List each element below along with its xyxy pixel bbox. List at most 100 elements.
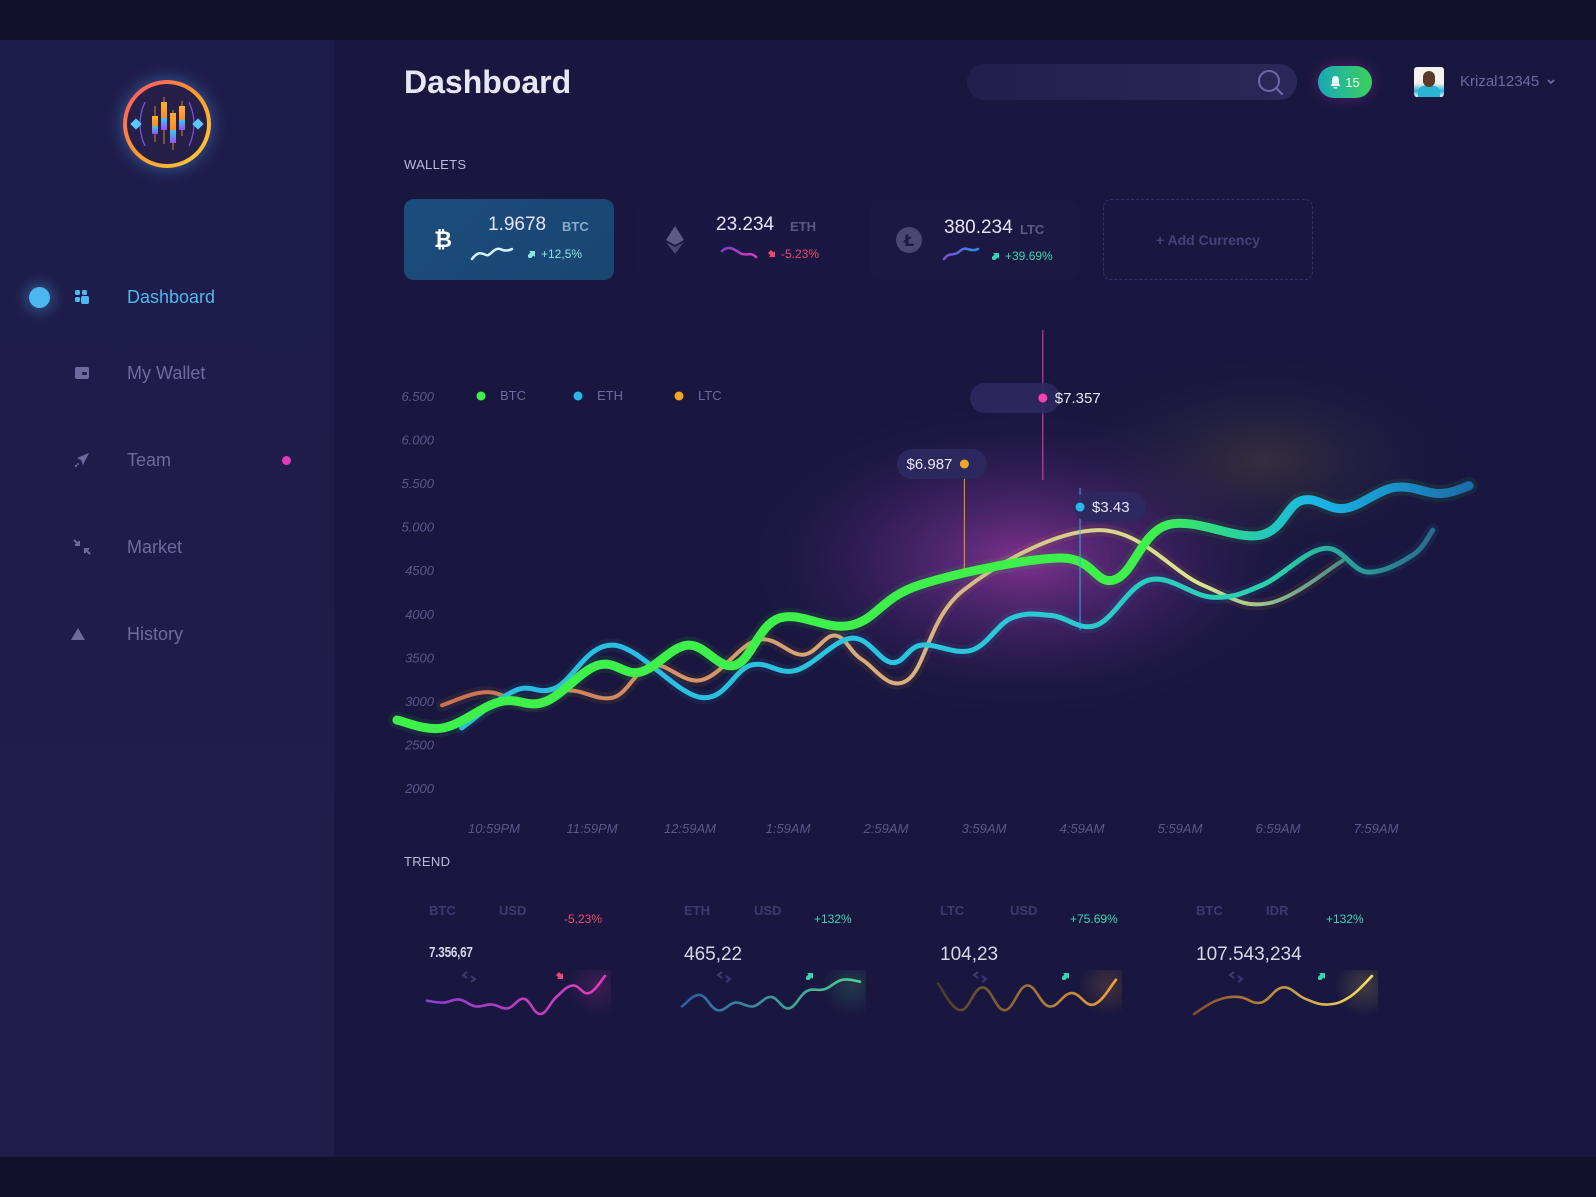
wallet-change: +39.69% — [992, 249, 1053, 263]
wallet-amount: 380.234 — [944, 217, 1013, 238]
x-tick-label: 2:59AM — [863, 821, 909, 836]
page-title: Dashboard — [404, 64, 572, 100]
pair-from: LTC — [940, 902, 965, 918]
x-tick-label: 3:59AM — [962, 821, 1007, 836]
trend-change: +132% — [806, 912, 852, 980]
search-bar[interactable] — [967, 64, 1297, 100]
svg-text:Ł: Ł — [903, 231, 914, 250]
notification-dot — [282, 455, 291, 465]
legend-marker-eth — [573, 391, 583, 401]
main-content: Dashboard 15 Krizal12345 WALLETS ₿ 1.967… — [334, 40, 1596, 1157]
wallets-label: WALLETS — [404, 157, 467, 172]
y-tick-label: 3000 — [405, 694, 435, 709]
legend-label-ltc[interactable]: LTC — [698, 388, 722, 403]
legend-label-eth[interactable]: ETH — [597, 388, 623, 403]
trend-price: 107.543,234 — [1196, 944, 1302, 965]
trend-price: 7.356,67 — [429, 944, 473, 961]
sidebar-item-dashboard[interactable]: Dashboard — [0, 277, 334, 317]
active-indicator — [29, 286, 50, 308]
y-tick-label: 2000 — [404, 781, 435, 796]
tooltip-value: $6.987 — [907, 456, 953, 473]
sidebar-item-my-wallet[interactable]: My Wallet — [0, 353, 334, 393]
username: Krizal12345 — [1460, 73, 1540, 90]
sidebar-item-label: Team — [127, 449, 172, 470]
price-chart: 6.500 6.000 5.500 5.000 4500 4000 3500 3000 2500… — [334, 330, 1596, 836]
pair-to: USD — [754, 902, 782, 918]
trend-card-ltc-usd[interactable]: LTC USD +75.69% 104,23 — [936, 903, 1200, 1060]
y-tick-label: 5.000 — [401, 520, 434, 535]
wallet-icon — [72, 363, 92, 383]
notifications-button[interactable]: 15 — [1318, 66, 1372, 98]
chevron-down-icon — [1547, 78, 1555, 84]
tooltip-value: $3.43 — [1092, 499, 1130, 516]
legend-marker-btc — [476, 391, 486, 401]
y-tick-label: 6.000 — [401, 433, 434, 448]
arrow-down-right-icon — [768, 250, 775, 257]
y-tick-label: 6.500 — [401, 389, 434, 404]
wallet-sparkline — [942, 247, 980, 261]
pair-from: BTC — [429, 902, 456, 918]
trend-card-eth-usd[interactable]: ETH USD +132% 465,22 — [680, 903, 944, 1060]
wallet-change: +12,5% — [528, 247, 582, 261]
search-input[interactable] — [967, 64, 1297, 100]
wallet-amount: 1.9678 — [488, 214, 547, 235]
y-tick-label: 4500 — [405, 563, 435, 578]
x-tick-label: 12:59AM — [664, 821, 716, 836]
trend-sparkline — [680, 970, 866, 1016]
price-line-chart: 6.500 6.000 5.500 5.000 4500 4000 3500 3000 2500… — [388, 330, 1484, 836]
tooltip-marker — [1038, 393, 1048, 403]
sidebar-item-team[interactable]: Team — [0, 440, 334, 480]
trend-change: +75.69% — [1062, 912, 1118, 980]
sparkline-glow — [822, 970, 866, 1016]
bitcoin-icon: ₿ — [428, 225, 458, 255]
trend-label: TREND — [404, 854, 451, 869]
bell-icon — [1330, 76, 1341, 89]
sidebar-item-label: History — [127, 623, 184, 644]
y-tick-label: 3500 — [405, 650, 435, 665]
candlestick-logo-icon[interactable] — [123, 80, 211, 168]
pair-to: USD — [1010, 902, 1038, 918]
add-currency-button[interactable]: + Add Currency — [1103, 199, 1313, 280]
litecoin-icon: Ł — [894, 225, 924, 255]
trend-card-btc-idr[interactable]: BTC IDR +132% 107.543,234 — [1192, 903, 1456, 1060]
svg-text:₿: ₿ — [434, 228, 452, 252]
arrow-up-right-icon — [992, 253, 999, 260]
sparkline-glow — [1078, 970, 1122, 1016]
sidebar-item-label: My Wallet — [127, 362, 206, 383]
notification-count: 15 — [1345, 74, 1360, 90]
sidebar-item-market[interactable]: Market — [0, 527, 334, 567]
dashboard-icon — [72, 287, 92, 307]
triangle-icon — [68, 624, 88, 644]
paper-plane-icon — [72, 450, 92, 470]
tooltip-marker — [1075, 502, 1085, 512]
arrows-collapse-icon — [72, 537, 92, 557]
pair-to: USD — [499, 902, 527, 918]
avatar[interactable] — [1414, 67, 1444, 97]
trend-price: 465,22 — [684, 944, 743, 965]
y-tick-label: 4000 — [405, 607, 435, 622]
trend-sparkline — [425, 970, 611, 1016]
wallet-card-eth[interactable]: 23.234 ETH -5.23% — [636, 199, 846, 280]
sidebar-item-label: Market — [127, 536, 183, 557]
wallet-card-btc[interactable]: ₿ 1.9678 BTC +12,5% — [404, 199, 614, 280]
sidebar-item-history[interactable]: History — [0, 614, 334, 654]
x-tick-label: 4:59AM — [1060, 821, 1105, 836]
wallet-card-ltc[interactable]: Ł 380.234 LTC +39.69% — [870, 199, 1080, 280]
wallet-sparkline — [470, 247, 514, 261]
x-tick-label: 7:59AM — [1354, 821, 1399, 836]
pair-from: ETH — [684, 902, 710, 918]
search-icon[interactable] — [1257, 69, 1285, 102]
legend-label-btc[interactable]: BTC — [500, 388, 526, 403]
trend-card-btc-usd[interactable]: BTC USD -5.23% 7.356,67 — [425, 903, 689, 1060]
pair-to: IDR — [1266, 902, 1289, 918]
app-frame: Dashboard My Wallet Team Market History … — [0, 40, 1596, 1157]
x-tick-label: 10:59PM — [468, 821, 520, 836]
sidebar: Dashboard My Wallet Team Market History — [0, 40, 334, 1157]
wallet-sparkline — [720, 246, 758, 259]
ethereum-icon — [660, 225, 690, 255]
pair-from: BTC — [1196, 902, 1223, 918]
trend-price: 104,23 — [940, 944, 999, 965]
user-menu[interactable]: Krizal12345 — [1460, 73, 1555, 90]
wallet-change: -5.23% — [768, 247, 819, 261]
wallet-currency: ETH — [790, 219, 816, 234]
